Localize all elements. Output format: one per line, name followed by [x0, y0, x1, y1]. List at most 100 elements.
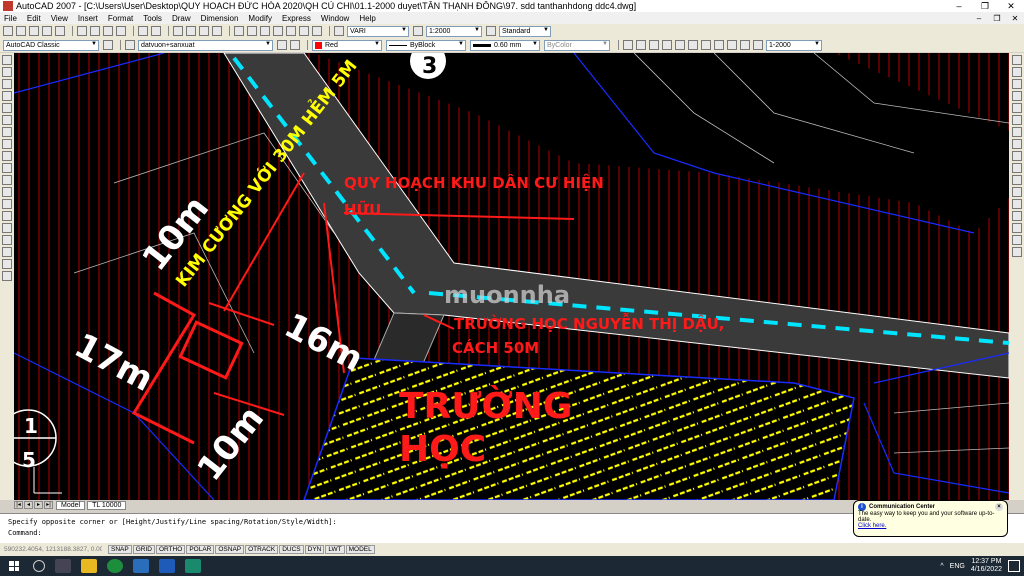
close-button[interactable]: ✕ — [998, 1, 1024, 12]
polyline-icon[interactable] — [2, 79, 12, 89]
hatch-icon[interactable] — [2, 223, 12, 233]
tab-layout[interactable]: TL 10000 — [87, 500, 127, 510]
calculator-icon[interactable] — [299, 26, 309, 36]
ellipse-icon[interactable] — [2, 163, 12, 173]
scale-select[interactable]: 1:2000 ▼ — [426, 25, 482, 37]
close-icon[interactable]: × — [995, 503, 1003, 511]
redo-icon[interactable] — [151, 26, 161, 36]
fillet-icon[interactable] — [1011, 235, 1022, 245]
mtext-icon[interactable] — [2, 271, 12, 281]
trim-icon[interactable] — [1011, 163, 1022, 173]
revision-cloud-icon[interactable] — [2, 139, 12, 149]
dim-ordinate-icon[interactable] — [662, 40, 672, 50]
menu-window[interactable]: Window — [321, 14, 349, 23]
mirror-icon[interactable] — [1011, 79, 1022, 89]
dyn-toggle[interactable]: DYN — [304, 545, 325, 554]
dim-angular-icon[interactable] — [701, 40, 711, 50]
workspace-select[interactable]: AutoCAD Classic ▼ — [3, 39, 99, 51]
copy-icon[interactable] — [90, 26, 100, 36]
language-indicator[interactable]: ENG — [950, 563, 965, 570]
point-icon[interactable] — [2, 211, 12, 221]
zalo-icon[interactable] — [133, 559, 149, 573]
plotstyle-select[interactable]: ByColor ▼ — [544, 39, 610, 51]
erase-icon[interactable] — [1011, 55, 1022, 65]
menu-view[interactable]: View — [51, 14, 68, 23]
cut-icon[interactable] — [77, 26, 87, 36]
preview-icon[interactable] — [55, 26, 65, 36]
dim-scale-select[interactable]: 1-2000 ▼ — [766, 39, 822, 51]
chamfer-icon[interactable] — [1011, 223, 1022, 233]
rectangle-icon[interactable] — [2, 103, 12, 113]
file-explorer-icon[interactable] — [81, 559, 97, 573]
stretch-icon[interactable] — [1011, 151, 1022, 161]
last-tab-button[interactable]: ▸| — [44, 501, 53, 509]
tray-chevron-icon[interactable]: ^ — [940, 563, 943, 570]
circle-icon[interactable] — [2, 127, 12, 137]
quick-dim-icon[interactable] — [714, 40, 724, 50]
menu-file[interactable]: File — [4, 14, 17, 23]
menu-dimension[interactable]: Dimension — [201, 14, 239, 23]
tab-model[interactable]: Model — [56, 500, 86, 510]
dim-style-select[interactable]: Standard ▼ — [499, 25, 551, 37]
search-icon[interactable] — [33, 560, 45, 572]
menu-format[interactable]: Format — [108, 14, 133, 23]
task-view-icon[interactable] — [55, 559, 71, 573]
ortho-toggle[interactable]: ORTHO — [155, 545, 186, 554]
match-properties-icon[interactable] — [116, 26, 126, 36]
menu-draw[interactable]: Draw — [172, 14, 191, 23]
prev-tab-button[interactable]: ◂ — [24, 501, 33, 509]
save-icon[interactable] — [29, 26, 39, 36]
open-icon[interactable] — [16, 26, 26, 36]
doc-close-button[interactable]: ✕ — [1006, 14, 1024, 23]
array-icon[interactable] — [1011, 103, 1022, 113]
dim-continue-icon[interactable] — [740, 40, 750, 50]
table-style-icon[interactable] — [486, 26, 496, 36]
make-current-layer-icon[interactable] — [277, 40, 287, 50]
clock[interactable]: 12:37 PM 4/16/2022 — [971, 558, 1002, 574]
drawing-canvas[interactable]: 3 1 5 QUY HOẠCH KHU DÂN CƯ HIỆN HỮU TRƯỜ… — [14, 53, 1009, 500]
offset-icon[interactable] — [1011, 91, 1022, 101]
sheet-set-icon[interactable] — [273, 26, 283, 36]
zoom-previous-icon[interactable] — [212, 26, 222, 36]
text-style-icon[interactable] — [334, 26, 344, 36]
move-icon[interactable] — [1011, 115, 1022, 125]
otrack-toggle[interactable]: OTRACK — [245, 545, 279, 554]
print-icon[interactable] — [42, 26, 52, 36]
layer-manager-icon[interactable] — [125, 40, 135, 50]
menu-tools[interactable]: Tools — [143, 14, 162, 23]
dim-aligned-icon[interactable] — [636, 40, 646, 50]
layer-previous-icon[interactable] — [290, 40, 300, 50]
rotate-icon[interactable] — [1011, 127, 1022, 137]
zoom-realtime-icon[interactable] — [186, 26, 196, 36]
start-button[interactable] — [0, 556, 28, 576]
properties-icon[interactable] — [234, 26, 244, 36]
lineweight-select[interactable]: 0.60 mm ▼ — [470, 39, 540, 51]
dim-style-icon[interactable] — [413, 26, 423, 36]
construction-line-icon[interactable] — [2, 67, 12, 77]
dim-linear-icon[interactable] — [623, 40, 633, 50]
autocad-taskbar-icon[interactable] — [185, 559, 201, 573]
menu-edit[interactable]: Edit — [27, 14, 41, 23]
table-icon[interactable] — [2, 259, 12, 269]
tolerance-icon[interactable] — [753, 40, 763, 50]
chrome-icon[interactable] — [107, 559, 123, 573]
ellipse-arc-icon[interactable] — [2, 175, 12, 185]
region-icon[interactable] — [2, 247, 12, 257]
model-toggle[interactable]: MODEL — [345, 545, 375, 554]
join-icon[interactable] — [1011, 211, 1022, 221]
workspace-settings-icon[interactable] — [103, 40, 113, 50]
word-icon[interactable] — [159, 559, 175, 573]
text-style-select[interactable]: VARI ▼ — [347, 25, 409, 37]
dim-arc-icon[interactable] — [649, 40, 659, 50]
pan-icon[interactable] — [173, 26, 183, 36]
next-tab-button[interactable]: ▸ — [34, 501, 43, 509]
doc-restore-button[interactable]: ❐ — [988, 14, 1006, 23]
menu-modify[interactable]: Modify — [248, 14, 272, 23]
markup-icon[interactable] — [286, 26, 296, 36]
color-select[interactable]: Red ▼ — [312, 39, 382, 51]
linetype-select[interactable]: ByBlock ▼ — [386, 39, 466, 51]
snap-toggle[interactable]: SNAP — [108, 545, 132, 554]
notifications-icon[interactable] — [1008, 560, 1020, 572]
undo-icon[interactable] — [138, 26, 148, 36]
ducs-toggle[interactable]: DUCS — [279, 545, 304, 554]
